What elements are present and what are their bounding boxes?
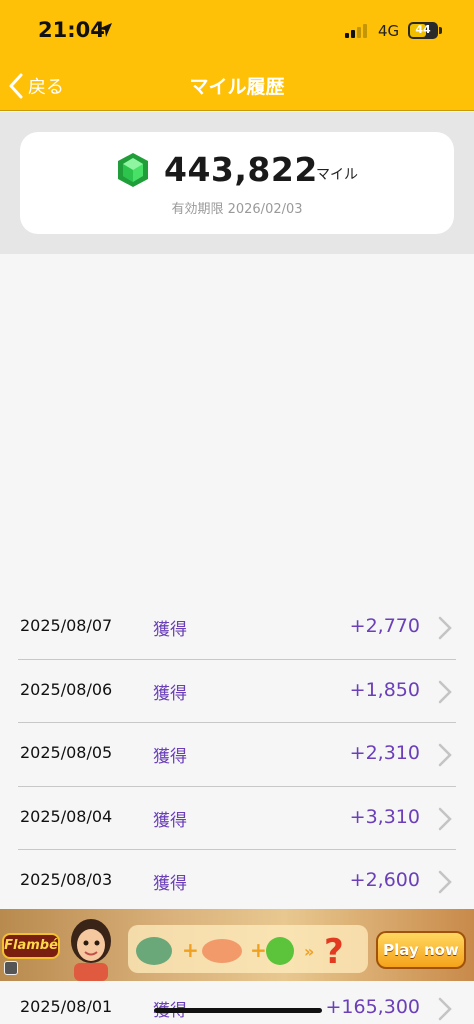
svg-text:»: » [304, 942, 314, 961]
signal-bars-icon [345, 24, 367, 38]
history-row[interactable]: 2025/08/05 獲得 +2,310 [0, 723, 474, 787]
chevron-right-icon [438, 807, 452, 830]
row-amount: +1,850 [349, 678, 420, 701]
mile-unit: マイル [316, 167, 358, 183]
row-type: 獲得 [153, 747, 187, 767]
back-button[interactable]: 戻る [8, 70, 88, 102]
history-row[interactable]: 2025/08/06 獲得 +1,850 [0, 660, 474, 724]
network-label: 4G [378, 22, 400, 40]
food-combo-icon: + + » ? [136, 932, 344, 972]
history-row[interactable]: 2025/08/01 獲得 +165,300 [0, 982, 474, 1024]
mile-total: 443,822 [164, 150, 318, 189]
row-date: 2025/08/03 [20, 870, 113, 889]
battery-cap [439, 27, 442, 34]
chef-character-image [71, 919, 111, 981]
row-amount: +3,310 [349, 805, 420, 828]
ad-info-icon[interactable] [4, 961, 18, 975]
home-indicator[interactable] [154, 1008, 322, 1013]
row-date: 2025/08/01 [20, 997, 113, 1016]
status-time: 21:04 [38, 18, 105, 42]
row-date: 2025/08/07 [20, 616, 113, 635]
row-type: 獲得 [153, 874, 187, 894]
row-type: 獲得 [153, 683, 187, 704]
mile-summary-card: 443,822 マイル 有効期限 2026/02/03 [20, 132, 454, 234]
expiry-date: 有効期限 2026/02/03 [171, 202, 303, 217]
row-amount: +2,600 [349, 869, 420, 891]
battery-icon: 44 [408, 22, 438, 39]
history-row[interactable]: 2025/08/04 獲得 +3,310 [0, 787, 474, 851]
row-date: 2025/08/04 [20, 806, 113, 826]
chevron-right-icon [438, 680, 452, 703]
row-date: 2025/08/06 [20, 679, 113, 699]
ad-food-strip: + + » ? [128, 925, 368, 973]
svg-text:+: + [182, 938, 199, 962]
history-row[interactable]: 2025/08/03 獲得 +2,600 [0, 850, 474, 914]
row-amount: +2,310 [349, 742, 420, 764]
row-type: 獲得 [153, 810, 187, 831]
history-list: 2025/08/07 獲得 +2,770 2025/08/06 獲得 +1,85… [0, 596, 474, 914]
ad-logo: Flambé [2, 933, 60, 959]
battery-level-text: 44 [415, 23, 431, 36]
chevron-right-icon [438, 616, 452, 640]
ad-banner[interactable]: Flambé + + » ? Play now [0, 909, 474, 981]
row-amount: +2,770 [349, 615, 420, 637]
summary-area: 443,822 マイル 有効期限 2026/02/03 [0, 112, 474, 254]
back-label: 戻る [28, 77, 64, 98]
nav-bar: マイル履歴 戻る [0, 62, 474, 111]
chevron-right-icon [438, 743, 452, 767]
chevron-left-icon [9, 73, 23, 99]
row-type: 獲得 [153, 620, 187, 640]
chevron-right-icon [438, 870, 452, 894]
chevron-right-icon [438, 997, 452, 1021]
history-row[interactable]: 2025/08/07 獲得 +2,770 [0, 596, 474, 660]
svg-text:+: + [250, 938, 267, 962]
status-bar: 21:04 4G 44 [0, 0, 474, 62]
ad-play-now-button[interactable]: Play now [376, 931, 466, 969]
location-arrow-icon [98, 23, 112, 37]
gem-icon [118, 153, 148, 187]
row-date: 2025/08/05 [20, 743, 113, 762]
row-amount: +165,300 [325, 996, 421, 1018]
svg-text:?: ? [324, 932, 344, 972]
